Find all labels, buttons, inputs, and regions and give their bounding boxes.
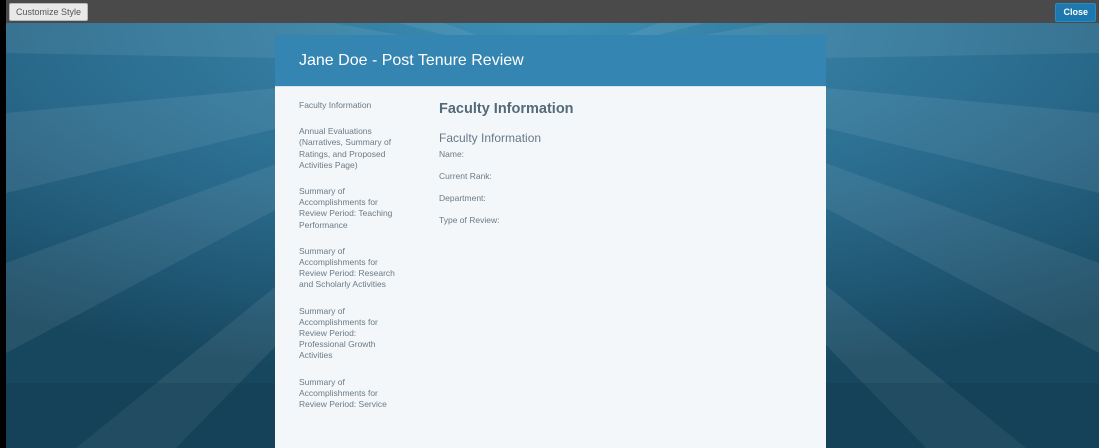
nav-item-annual-evaluations[interactable]: Annual Evaluations (Narratives, Summary …	[299, 126, 397, 171]
subsection-title: Faculty Information	[439, 131, 542, 145]
section-title: Faculty Information	[439, 101, 574, 117]
nav-item-teaching-performance[interactable]: Summary of Accomplishments for Review Pe…	[299, 186, 397, 231]
nav-item-faculty-information[interactable]: Faculty Information	[299, 100, 397, 111]
page-title: Jane Doe - Post Tenure Review	[299, 52, 524, 69]
nav-item-research-scholarly[interactable]: Summary of Accomplishments for Review Pe…	[299, 246, 397, 291]
top-toolbar: Customize Style Close	[6, 0, 1099, 23]
field-current-rank-label: Current Rank:	[439, 171, 492, 181]
field-name-label: Name:	[439, 149, 465, 159]
customize-style-button[interactable]: Customize Style	[9, 3, 89, 21]
app-frame: Customize Style Close Jane Doe - Post Te…	[6, 0, 1099, 448]
close-button[interactable]: Close	[1055, 3, 1096, 22]
main-content: Faculty Information Faculty Information …	[439, 101, 799, 237]
nav-item-professional-growth[interactable]: Summary of Accomplishments for Review Pe…	[299, 306, 397, 362]
field-type-of-review-label: Type of Review:	[439, 215, 500, 225]
panel-header: Jane Doe - Post Tenure Review	[275, 35, 826, 86]
section-nav: Faculty Information Annual Evaluations (…	[299, 100, 397, 425]
review-panel: Jane Doe - Post Tenure Review Faculty In…	[275, 35, 826, 448]
nav-item-service[interactable]: Summary of Accomplishments for Review Pe…	[299, 377, 397, 411]
field-department-label: Department:	[439, 193, 486, 203]
